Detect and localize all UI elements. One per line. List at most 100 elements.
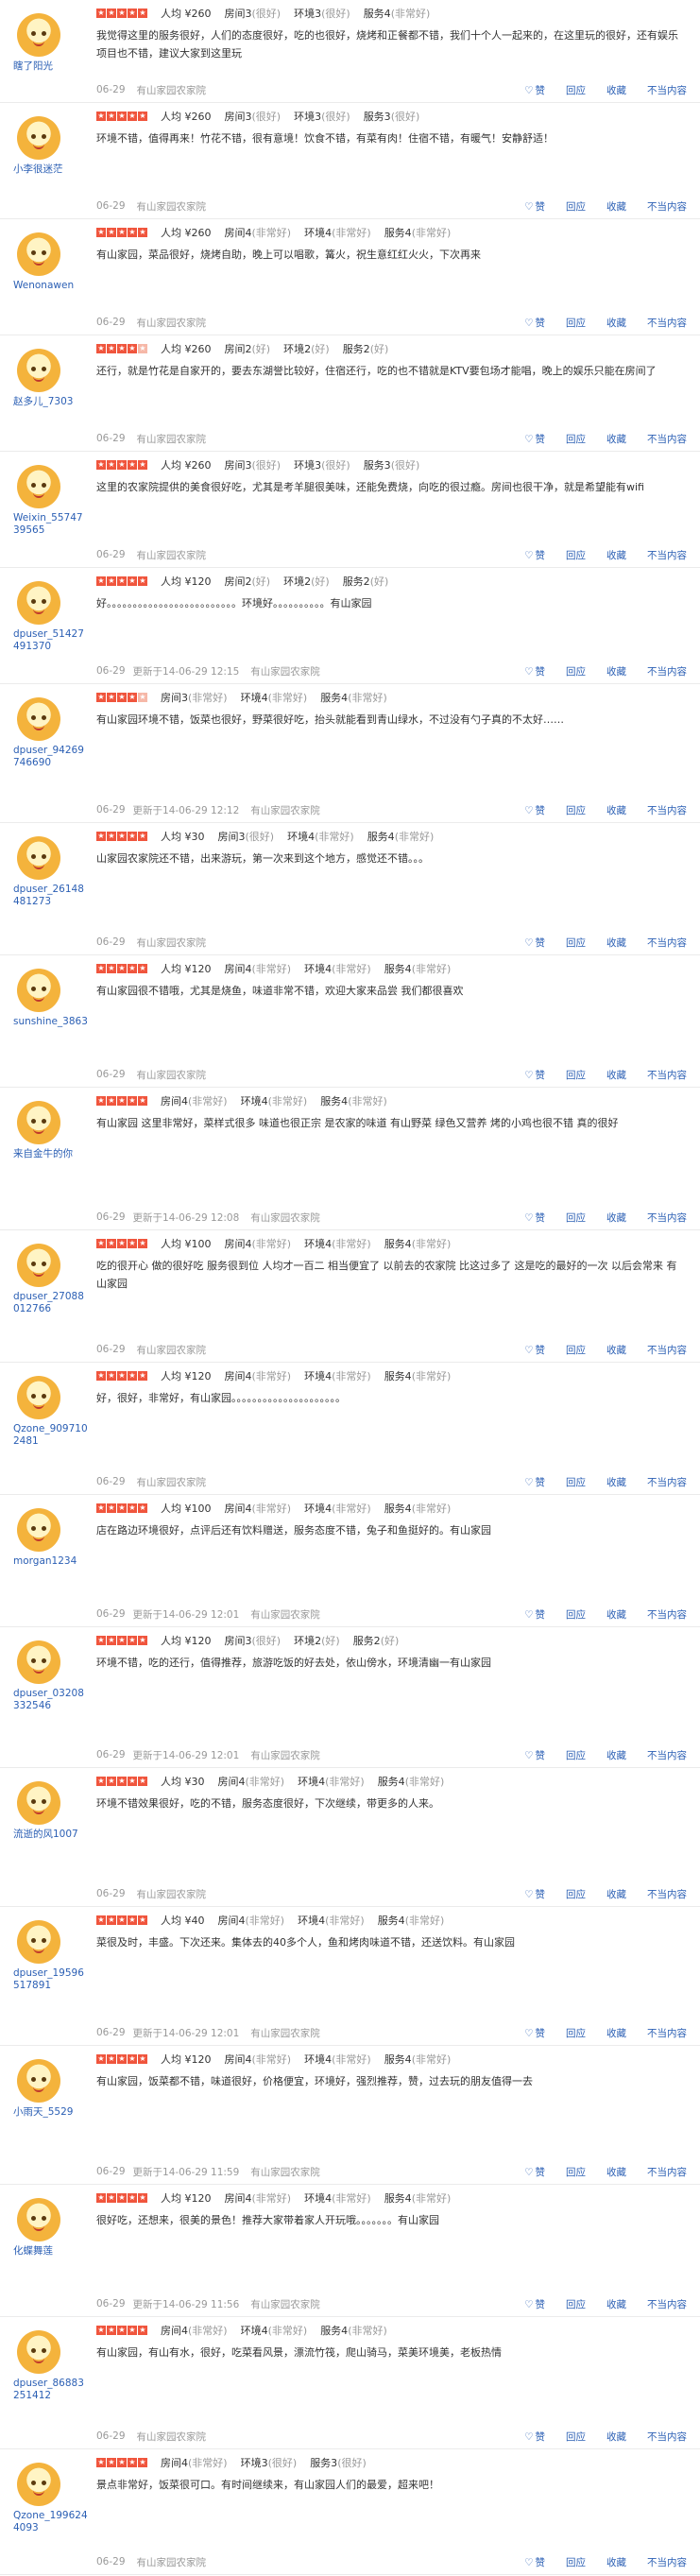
username-link[interactable]: dpuser_03208332546 — [13, 1688, 89, 1712]
report-button[interactable]: 不当内容 — [647, 2297, 687, 2311]
favorite-button[interactable]: 收藏 — [606, 199, 626, 214]
favorite-button[interactable]: 收藏 — [606, 936, 626, 950]
avatar[interactable] — [17, 1640, 60, 1684]
reply-button[interactable]: 回应 — [566, 548, 586, 562]
like-button[interactable]: ♡ 赞 — [524, 83, 545, 97]
username-link[interactable]: dpuser_19596517891 — [13, 1967, 89, 1992]
like-button[interactable]: ♡ 赞 — [524, 316, 545, 330]
avatar[interactable] — [17, 349, 60, 392]
username-link[interactable]: Wenonawen — [13, 280, 89, 292]
reply-button[interactable]: 回应 — [566, 1068, 586, 1082]
avatar[interactable] — [17, 116, 60, 160]
like-button[interactable]: ♡ 赞 — [524, 432, 545, 446]
reply-button[interactable]: 回应 — [566, 2555, 586, 2569]
reply-button[interactable]: 回应 — [566, 1475, 586, 1489]
favorite-button[interactable]: 收藏 — [606, 432, 626, 446]
reply-button[interactable]: 回应 — [566, 2165, 586, 2179]
avatar[interactable] — [17, 581, 60, 625]
reply-button[interactable]: 回应 — [566, 936, 586, 950]
reply-button[interactable]: 回应 — [566, 199, 586, 214]
like-button[interactable]: ♡ 赞 — [524, 548, 545, 562]
report-button[interactable]: 不当内容 — [647, 548, 687, 562]
report-button[interactable]: 不当内容 — [647, 2026, 687, 2040]
report-button[interactable]: 不当内容 — [647, 432, 687, 446]
avatar[interactable] — [17, 2463, 60, 2506]
report-button[interactable]: 不当内容 — [647, 1211, 687, 1225]
like-button[interactable]: ♡ 赞 — [524, 199, 545, 214]
username-link[interactable]: 来自金牛的你 — [13, 1148, 89, 1160]
like-button[interactable]: ♡ 赞 — [524, 2297, 545, 2311]
favorite-button[interactable]: 收藏 — [606, 1068, 626, 1082]
like-button[interactable]: ♡ 赞 — [524, 664, 545, 678]
reply-button[interactable]: 回应 — [566, 1343, 586, 1357]
avatar[interactable] — [17, 2330, 60, 2374]
username-link[interactable]: dpuser_51427491370 — [13, 628, 89, 653]
avatar[interactable] — [17, 969, 60, 1012]
like-button[interactable]: ♡ 赞 — [524, 1887, 545, 1901]
favorite-button[interactable]: 收藏 — [606, 2430, 626, 2444]
report-button[interactable]: 不当内容 — [647, 2165, 687, 2179]
username-link[interactable]: dpuser_26148481273 — [13, 884, 89, 908]
username-link[interactable]: 流逝的风1007 — [13, 1829, 89, 1841]
favorite-button[interactable]: 收藏 — [606, 1475, 626, 1489]
like-button[interactable]: ♡ 赞 — [524, 1748, 545, 1762]
favorite-button[interactable]: 收藏 — [606, 803, 626, 817]
report-button[interactable]: 不当内容 — [647, 1607, 687, 1622]
reply-button[interactable]: 回应 — [566, 1211, 586, 1225]
avatar[interactable] — [17, 697, 60, 741]
like-button[interactable]: ♡ 赞 — [524, 1607, 545, 1622]
favorite-button[interactable]: 收藏 — [606, 548, 626, 562]
avatar[interactable] — [17, 1920, 60, 1964]
avatar[interactable] — [17, 1781, 60, 1825]
favorite-button[interactable]: 收藏 — [606, 316, 626, 330]
username-link[interactable]: dpuser_27088012766 — [13, 1291, 89, 1315]
username-link[interactable]: 小雨天_5529 — [13, 2106, 89, 2119]
like-button[interactable]: ♡ 赞 — [524, 1211, 545, 1225]
like-button[interactable]: ♡ 赞 — [524, 936, 545, 950]
report-button[interactable]: 不当内容 — [647, 2555, 687, 2569]
reply-button[interactable]: 回应 — [566, 2430, 586, 2444]
avatar[interactable] — [17, 1244, 60, 1287]
favorite-button[interactable]: 收藏 — [606, 1211, 626, 1225]
avatar[interactable] — [17, 13, 60, 57]
username-link[interactable]: sunshine_3863 — [13, 1016, 89, 1028]
reply-button[interactable]: 回应 — [566, 2026, 586, 2040]
favorite-button[interactable]: 收藏 — [606, 2555, 626, 2569]
favorite-button[interactable]: 收藏 — [606, 2026, 626, 2040]
like-button[interactable]: ♡ 赞 — [524, 2165, 545, 2179]
favorite-button[interactable]: 收藏 — [606, 1748, 626, 1762]
avatar[interactable] — [17, 1508, 60, 1552]
username-link[interactable]: dpuser_94269746690 — [13, 745, 89, 769]
report-button[interactable]: 不当内容 — [647, 1068, 687, 1082]
favorite-button[interactable]: 收藏 — [606, 2297, 626, 2311]
report-button[interactable]: 不当内容 — [647, 2430, 687, 2444]
favorite-button[interactable]: 收藏 — [606, 664, 626, 678]
favorite-button[interactable]: 收藏 — [606, 2165, 626, 2179]
report-button[interactable]: 不当内容 — [647, 936, 687, 950]
username-link[interactable]: 赵多儿_7303 — [13, 396, 89, 408]
favorite-button[interactable]: 收藏 — [606, 1343, 626, 1357]
username-link[interactable]: morgan1234 — [13, 1555, 89, 1568]
username-link[interactable]: 瞎了阳光 — [13, 60, 89, 73]
report-button[interactable]: 不当内容 — [647, 83, 687, 97]
reply-button[interactable]: 回应 — [566, 316, 586, 330]
report-button[interactable]: 不当内容 — [647, 803, 687, 817]
like-button[interactable]: ♡ 赞 — [524, 1068, 545, 1082]
like-button[interactable]: ♡ 赞 — [524, 803, 545, 817]
reply-button[interactable]: 回应 — [566, 1748, 586, 1762]
like-button[interactable]: ♡ 赞 — [524, 2430, 545, 2444]
username-link[interactable]: 化蝶舞莲 — [13, 2245, 89, 2258]
avatar[interactable] — [17, 465, 60, 508]
reply-button[interactable]: 回应 — [566, 83, 586, 97]
avatar[interactable] — [17, 2059, 60, 2103]
avatar[interactable] — [17, 2198, 60, 2241]
like-button[interactable]: ♡ 赞 — [524, 2026, 545, 2040]
reply-button[interactable]: 回应 — [566, 432, 586, 446]
username-link[interactable]: Qzone_1996244093 — [13, 2510, 89, 2534]
username-link[interactable]: dpuser_86883251412 — [13, 2378, 89, 2402]
report-button[interactable]: 不当内容 — [647, 1748, 687, 1762]
avatar[interactable] — [17, 1376, 60, 1419]
favorite-button[interactable]: 收藏 — [606, 1607, 626, 1622]
username-link[interactable]: 小李很迷茫 — [13, 163, 89, 176]
username-link[interactable]: Qzone_9097102481 — [13, 1423, 89, 1448]
